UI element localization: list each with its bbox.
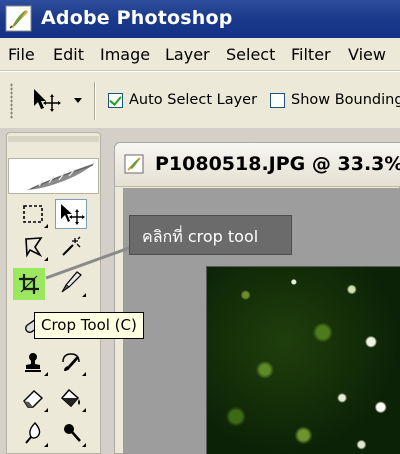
blur-drop-icon (25, 421, 41, 444)
history-brush-icon (62, 353, 80, 371)
document-title-bar[interactable]: P1080518.JPG @ 33.3% (115, 143, 400, 187)
marquee-icon (23, 205, 43, 223)
eraser-tool[interactable] (17, 383, 49, 413)
document-title: P1080518.JPG @ 33.3% (155, 153, 400, 175)
slice-knife-icon (61, 271, 82, 293)
lasso-icon (25, 237, 43, 258)
title-bar: Adobe Photoshop (0, 0, 400, 38)
magic-wand-tool[interactable] (55, 232, 87, 262)
menu-image[interactable]: Image (100, 45, 150, 64)
tool-flyout-indicator (44, 257, 48, 261)
menu-filter[interactable]: Filter (291, 45, 331, 64)
callout-text: คลิกที่ crop tool (142, 227, 259, 246)
dodge-tool[interactable] (55, 418, 87, 448)
instruction-callout: คลิกที่ crop tool (129, 215, 292, 255)
tool-flyout-indicator (82, 372, 86, 376)
app-title: Adobe Photoshop (41, 7, 233, 29)
document-icon (124, 154, 144, 174)
paint-bucket-tool[interactable] (55, 383, 87, 413)
blur-tool[interactable] (17, 418, 49, 448)
clone-stamp-icon (25, 353, 41, 372)
menu-select[interactable]: Select (226, 45, 275, 64)
magic-wand-icon (62, 236, 81, 256)
toolbox-grip[interactable] (8, 136, 99, 142)
tool-flyout-indicator (82, 293, 86, 297)
tool-flyout-indicator (82, 443, 86, 447)
toolbox-logo[interactable] (8, 158, 99, 194)
crop-icon (19, 274, 39, 294)
options-bar: Auto Select Layer Show Bounding (0, 71, 400, 128)
options-separator (94, 82, 96, 120)
tool-flyout-indicator (44, 408, 48, 412)
crop-tool-tooltip: Crop Tool (C) (34, 312, 144, 339)
photoshop-feather-icon (5, 5, 32, 32)
photo-canvas[interactable] (206, 266, 400, 454)
lasso-tool[interactable] (17, 232, 49, 262)
tool-flyout-indicator (44, 372, 48, 376)
rectangular-marquee-tool[interactable] (17, 199, 49, 229)
auto-select-layer-checkbox[interactable] (108, 93, 123, 108)
move-tool-icon[interactable] (26, 86, 66, 116)
crop-tool[interactable] (13, 268, 45, 300)
tool-preset-dropdown-icon[interactable] (74, 98, 82, 103)
history-brush-tool[interactable] (55, 347, 87, 377)
move-tool[interactable] (55, 199, 87, 229)
auto-select-layer-label[interactable]: Auto Select Layer (129, 92, 257, 108)
menu-view[interactable]: View (348, 45, 386, 64)
feather-logo-icon (27, 163, 95, 190)
show-bounding-checkbox[interactable] (270, 93, 285, 108)
menu-edit[interactable]: Edit (53, 45, 84, 64)
slice-tool[interactable] (55, 268, 87, 298)
menu-file[interactable]: File (8, 45, 35, 64)
move-icon (61, 204, 85, 225)
tool-flyout-indicator (44, 443, 48, 447)
dodge-icon (64, 424, 81, 442)
options-bar-grip[interactable] (10, 83, 13, 119)
show-bounding-label[interactable]: Show Bounding (291, 92, 400, 108)
menu-layer[interactable]: Layer (165, 45, 210, 64)
tool-flyout-indicator (82, 408, 86, 412)
tool-flyout-indicator (44, 224, 48, 228)
eraser-icon (23, 390, 44, 408)
clone-stamp-tool[interactable] (17, 347, 49, 377)
paint-bucket-icon (60, 388, 80, 408)
menu-bar: File Edit Image Layer Select Filter View (0, 38, 400, 71)
